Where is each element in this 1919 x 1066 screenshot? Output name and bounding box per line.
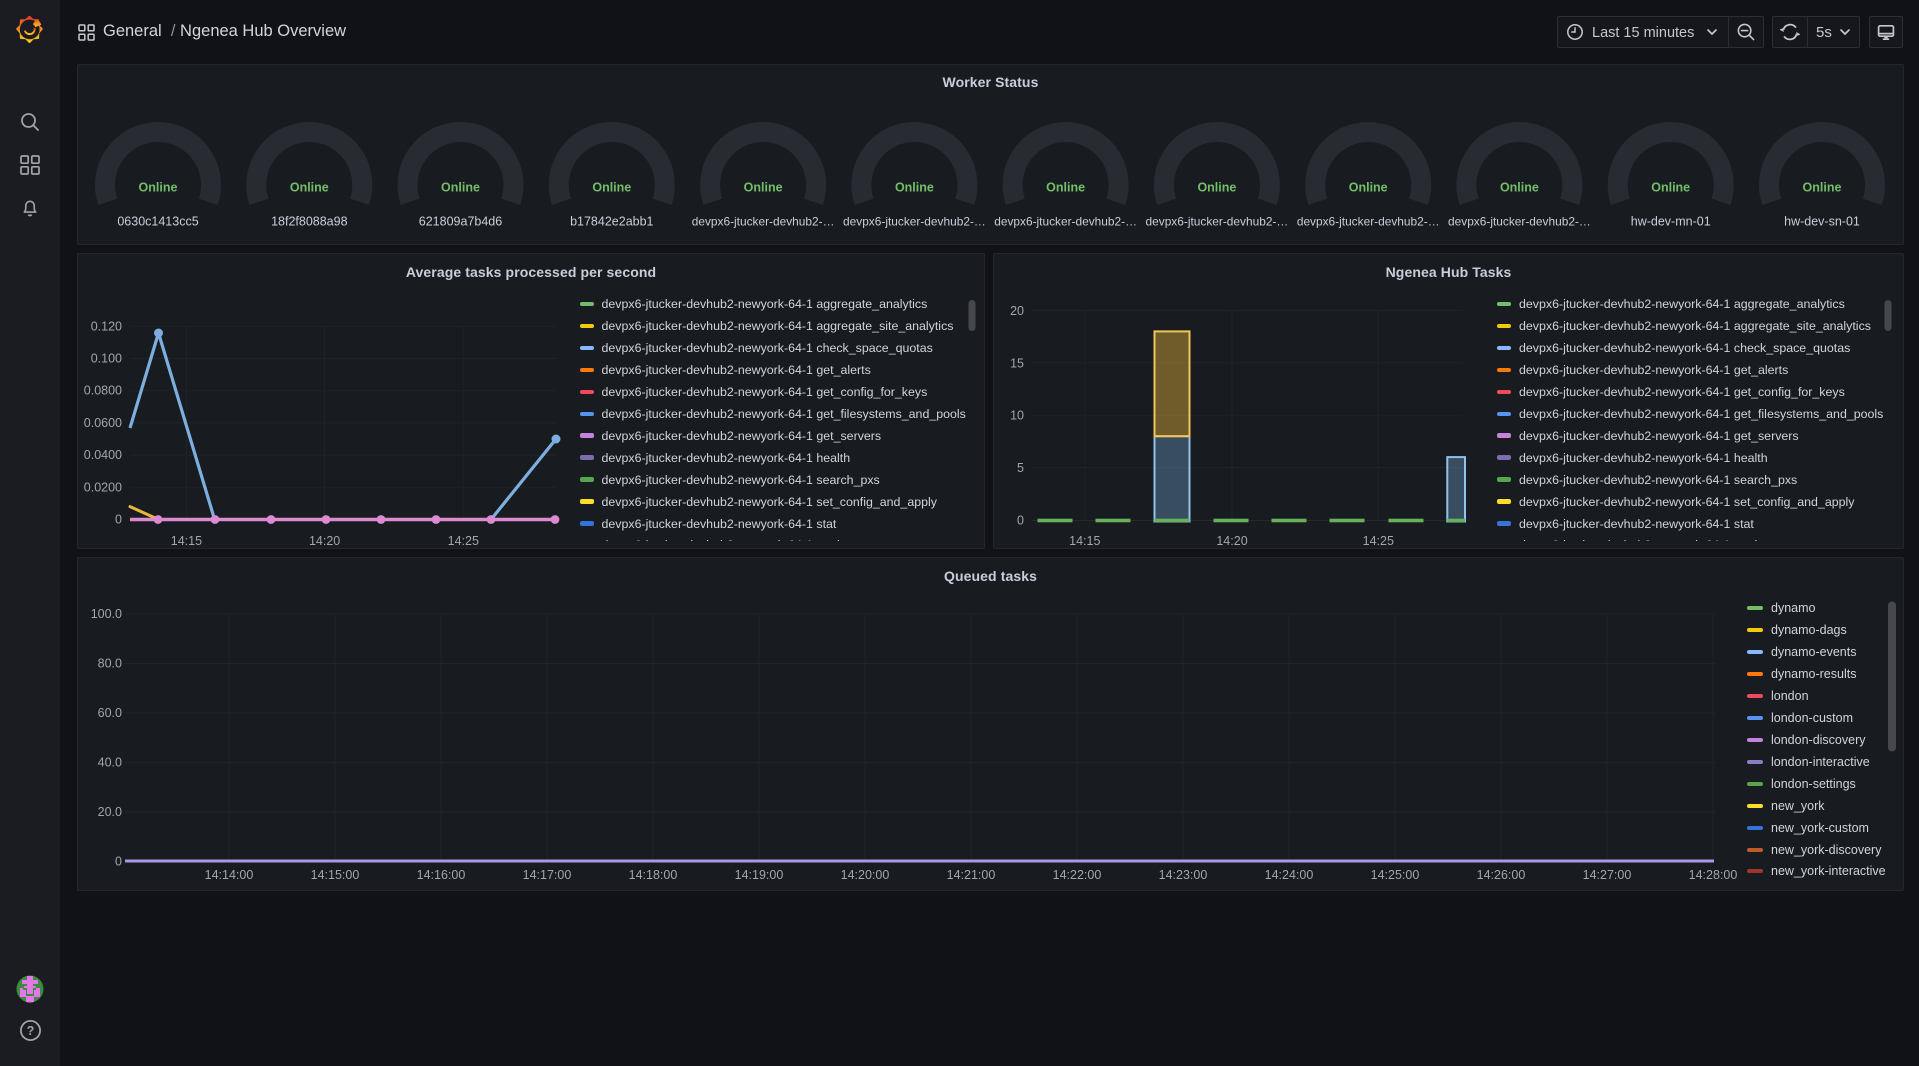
svg-text:Online: Online	[1197, 181, 1236, 195]
svg-text:0: 0	[115, 855, 122, 869]
svg-text:devpx6-jtucker-devhub2-…: devpx6-jtucker-devhub2-…	[1297, 215, 1440, 229]
svg-text:devpx6-jtucker-devhub2-…: devpx6-jtucker-devhub2-…	[994, 215, 1137, 229]
svg-text:Online: Online	[1803, 181, 1842, 195]
svg-text:Online: Online	[1046, 181, 1085, 195]
svg-text:14:28:00: 14:28:00	[1689, 868, 1738, 882]
svg-text:80.0: 80.0	[98, 657, 122, 671]
svg-text:60.0: 60.0	[98, 706, 122, 720]
svg-text:14:14:00: 14:14:00	[205, 868, 254, 882]
svg-text:?: ?	[27, 1024, 35, 1038]
svg-text:devpx6-jtucker-devhub2-…: devpx6-jtucker-devhub2-…	[1448, 215, 1591, 229]
svg-text:devpx6-jtucker-devhub2-…: devpx6-jtucker-devhub2-…	[1146, 215, 1289, 229]
svg-text:14:25:00: 14:25:00	[1371, 868, 1420, 882]
svg-text:14:15:00: 14:15:00	[311, 868, 360, 882]
svg-text:14:27:00: 14:27:00	[1583, 868, 1632, 882]
svg-text:100.0: 100.0	[91, 607, 122, 621]
svg-text:Online: Online	[1349, 181, 1388, 195]
svg-text:14:22:00: 14:22:00	[1053, 868, 1102, 882]
svg-text:devpx6-jtucker-devhub2-…: devpx6-jtucker-devhub2-…	[843, 215, 986, 229]
svg-text:40.0: 40.0	[98, 756, 122, 770]
svg-text:14:26:00: 14:26:00	[1477, 868, 1526, 882]
svg-text:14:19:00: 14:19:00	[735, 868, 784, 882]
svg-text:b17842e2abb1: b17842e2abb1	[570, 215, 653, 229]
svg-text:14:23:00: 14:23:00	[1159, 868, 1208, 882]
svg-text:Online: Online	[1651, 181, 1690, 195]
svg-text:14:20:00: 14:20:00	[841, 868, 890, 882]
svg-text:Online: Online	[1500, 181, 1539, 195]
svg-text:Online: Online	[441, 181, 480, 195]
svg-text:Online: Online	[744, 181, 783, 195]
svg-text:hw-dev-sn-01: hw-dev-sn-01	[1784, 215, 1860, 229]
svg-text:Online: Online	[895, 181, 934, 195]
svg-text:20.0: 20.0	[98, 805, 122, 819]
svg-text:14:16:00: 14:16:00	[417, 868, 466, 882]
svg-text:14:17:00: 14:17:00	[523, 868, 572, 882]
svg-text:devpx6-jtucker-devhub2-…: devpx6-jtucker-devhub2-…	[692, 215, 835, 229]
svg-text:18f2f8088a98: 18f2f8088a98	[271, 215, 348, 229]
svg-text:Online: Online	[592, 181, 631, 195]
svg-text:14:24:00: 14:24:00	[1265, 868, 1314, 882]
svg-text:621809a7b4d6: 621809a7b4d6	[419, 215, 502, 229]
svg-text:Online: Online	[290, 181, 329, 195]
svg-text:14:18:00: 14:18:00	[629, 868, 678, 882]
svg-text:14:21:00: 14:21:00	[947, 868, 996, 882]
svg-text:0630c1413cc5: 0630c1413cc5	[117, 215, 198, 229]
svg-text:Online: Online	[139, 181, 178, 195]
svg-text:hw-dev-mn-01: hw-dev-mn-01	[1631, 215, 1711, 229]
